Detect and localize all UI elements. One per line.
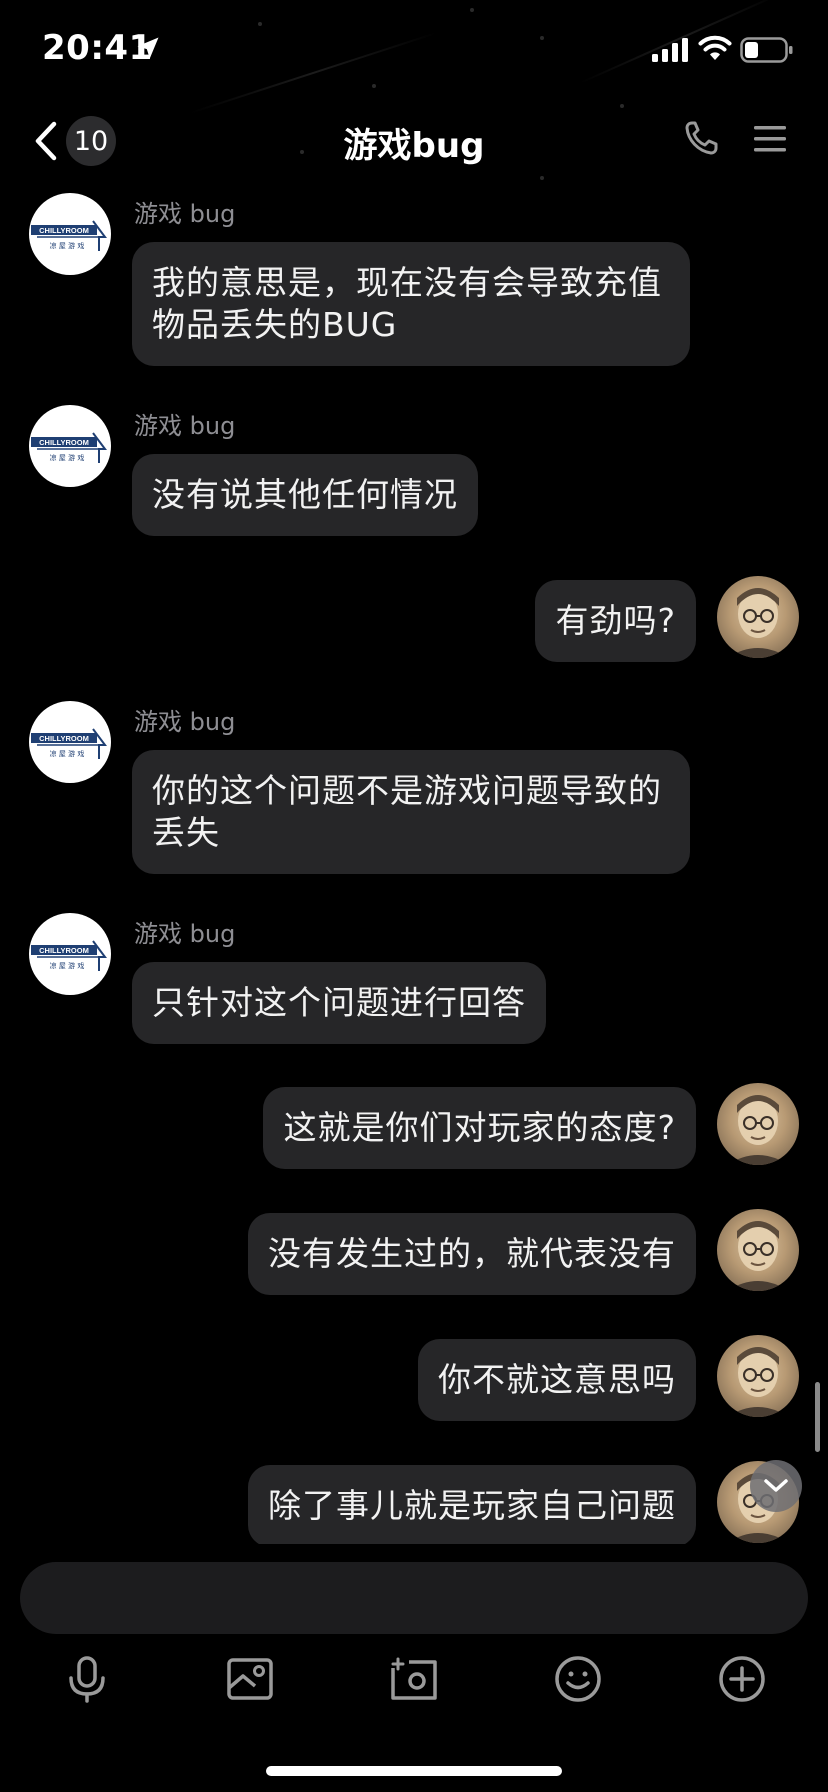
bot-avatar[interactable]: CHILLYROOM 凉 屋 游 戏 bbox=[29, 405, 111, 487]
chillyroom-logo: CHILLYROOM 凉 屋 游 戏 bbox=[31, 728, 107, 759]
message-line: 丢失 bbox=[152, 813, 220, 852]
microphone-icon[interactable] bbox=[62, 1654, 112, 1704]
chevron-down-icon bbox=[764, 1479, 788, 1492]
svg-text:凉 屋 游 戏: 凉 屋 游 戏 bbox=[50, 749, 85, 758]
sender-name: 游戏 bug bbox=[134, 708, 236, 736]
clipped-message-area: 除了事儿就是玩家自己问题 bbox=[0, 1440, 828, 1544]
svg-text:CHILLYROOM: CHILLYROOM bbox=[39, 438, 89, 447]
image-icon[interactable] bbox=[225, 1654, 275, 1704]
user-avatar[interactable] bbox=[717, 1209, 799, 1291]
sender-name: 游戏 bug bbox=[134, 200, 236, 228]
svg-text:CHILLYROOM: CHILLYROOM bbox=[39, 946, 89, 955]
svg-text:凉 屋 游 戏: 凉 屋 游 戏 bbox=[50, 961, 85, 970]
home-indicator[interactable] bbox=[266, 1766, 562, 1776]
chat-screen: 20:41 10 游戏bug CHILLYROOM 凉 屋 游 戏 游戏 bug… bbox=[0, 0, 828, 1792]
cellular-signal-icon bbox=[652, 38, 688, 62]
chillyroom-logo: CHILLYROOM 凉 屋 游 戏 bbox=[31, 220, 107, 251]
svg-text:CHILLYROOM: CHILLYROOM bbox=[39, 734, 89, 743]
message-line: 没有发生过的，就代表没有 bbox=[268, 1234, 676, 1273]
message-line: 物品丢失的BUG bbox=[152, 305, 398, 344]
bot-avatar[interactable]: CHILLYROOM 凉 屋 游 戏 bbox=[29, 913, 111, 995]
user-avatar[interactable] bbox=[717, 1335, 799, 1417]
message-bubble[interactable]: 你的这个问题不是游戏问题导致的 丢失 bbox=[132, 750, 690, 874]
message-bubble[interactable]: 除了事儿就是玩家自己问题 bbox=[248, 1465, 696, 1544]
message-line: 只针对这个问题进行回答 bbox=[152, 983, 526, 1022]
location-arrow-icon bbox=[137, 37, 159, 59]
unread-count-badge[interactable]: 10 bbox=[66, 116, 116, 166]
phone-icon[interactable] bbox=[684, 120, 718, 156]
message-line: 这就是你们对玩家的态度? bbox=[283, 1108, 676, 1147]
bot-avatar[interactable]: CHILLYROOM 凉 屋 游 戏 bbox=[29, 701, 111, 783]
plus-icon[interactable] bbox=[717, 1654, 767, 1704]
svg-text:CHILLYROOM: CHILLYROOM bbox=[39, 226, 89, 235]
message-line: 你的这个问题不是游戏问题导致的 bbox=[152, 771, 662, 810]
sender-name: 游戏 bug bbox=[134, 412, 236, 440]
message-bubble[interactable]: 有劲吗? bbox=[535, 580, 696, 662]
scrollbar-thumb[interactable] bbox=[815, 1382, 820, 1452]
chillyroom-logo: CHILLYROOM 凉 屋 游 戏 bbox=[31, 940, 107, 971]
message-input[interactable] bbox=[20, 1562, 808, 1634]
message-bubble[interactable]: 你不就这意思吗 bbox=[418, 1339, 696, 1421]
svg-text:凉 屋 游 戏: 凉 屋 游 戏 bbox=[50, 241, 85, 250]
camera-icon[interactable] bbox=[389, 1654, 439, 1704]
user-portrait bbox=[727, 1095, 789, 1165]
sender-name: 游戏 bug bbox=[134, 920, 236, 948]
message-line: 有劲吗? bbox=[555, 601, 676, 640]
user-portrait bbox=[727, 588, 789, 658]
message-bubble[interactable]: 没有说其他任何情况 bbox=[132, 454, 478, 536]
menu-icon[interactable] bbox=[754, 124, 786, 154]
battery-icon bbox=[740, 37, 793, 63]
message-line: 没有说其他任何情况 bbox=[152, 475, 458, 514]
user-avatar[interactable] bbox=[717, 576, 799, 658]
message-bubble[interactable]: 我的意思是，现在没有会导致充值 物品丢失的BUG bbox=[132, 242, 690, 366]
message-line: 你不就这意思吗 bbox=[438, 1360, 676, 1399]
scroll-to-bottom-button[interactable] bbox=[750, 1460, 802, 1512]
message-bubble[interactable]: 没有发生过的，就代表没有 bbox=[248, 1213, 696, 1295]
user-avatar[interactable] bbox=[717, 1083, 799, 1165]
message-bubble[interactable]: 只针对这个问题进行回答 bbox=[132, 962, 546, 1044]
emoji-icon[interactable] bbox=[553, 1654, 603, 1704]
message-line: 除了事儿就是玩家自己问题 bbox=[268, 1486, 676, 1525]
svg-text:凉 屋 游 戏: 凉 屋 游 戏 bbox=[50, 453, 85, 462]
wifi-icon bbox=[698, 35, 732, 60]
message-bubble[interactable]: 这就是你们对玩家的态度? bbox=[263, 1087, 696, 1169]
user-portrait bbox=[727, 1347, 789, 1417]
back-chevron-icon[interactable] bbox=[30, 120, 66, 162]
bot-avatar[interactable]: CHILLYROOM 凉 屋 游 戏 bbox=[29, 193, 111, 275]
chillyroom-logo: CHILLYROOM 凉 屋 游 戏 bbox=[31, 432, 107, 463]
chat-title: 游戏bug bbox=[343, 126, 485, 166]
user-portrait bbox=[727, 1221, 789, 1291]
message-line: 我的意思是，现在没有会导致充值 bbox=[152, 263, 662, 302]
